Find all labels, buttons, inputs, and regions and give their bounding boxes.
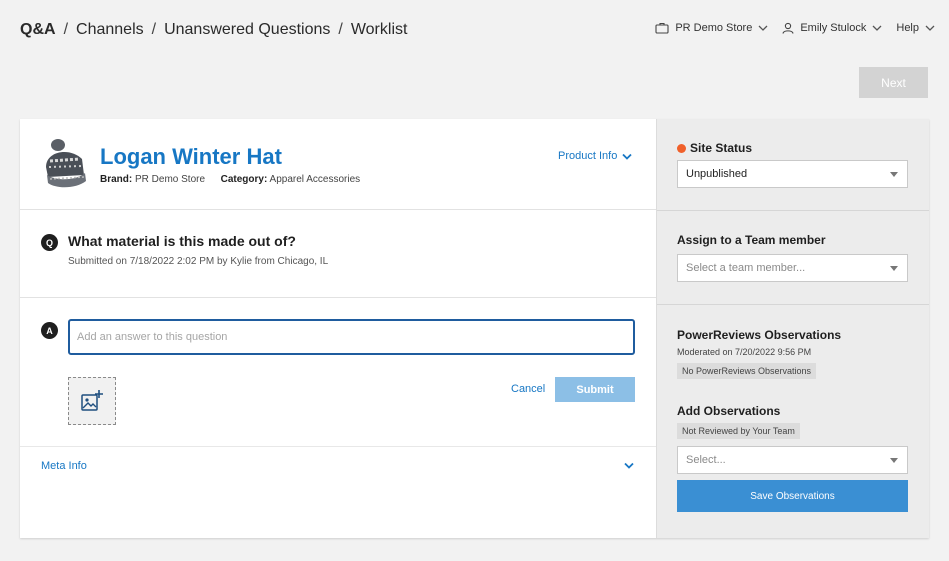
observations-placeholder: Select...: [686, 454, 726, 466]
top-nav: PR Demo Store Emily Stulock Help: [641, 22, 935, 34]
help-menu[interactable]: Help: [896, 22, 935, 34]
add-observations-title: Add Observations: [677, 404, 781, 418]
chevron-down-icon: [925, 25, 935, 31]
chevron-down-icon: [758, 25, 768, 31]
brand-value: PR Demo Store: [135, 174, 206, 185]
user-menu[interactable]: Emily Stulock: [782, 22, 882, 34]
briefcase-icon: [655, 22, 669, 34]
breadcrumb-worklist: Worklist: [350, 21, 408, 38]
site-status-label: Site Status: [690, 141, 753, 155]
breadcrumb-separator: /: [151, 21, 157, 38]
meta-info-section: Meta Info: [20, 447, 656, 487]
help-label: Help: [896, 22, 919, 34]
site-status-select[interactable]: Unpublished: [677, 160, 908, 188]
category-value: Apparel Accessories: [269, 174, 361, 185]
observations-select[interactable]: Select...: [677, 446, 908, 474]
observations-section: PowerReviews Observations Moderated on 7…: [657, 305, 929, 538]
site-status-value: Unpublished: [686, 168, 748, 180]
chevron-down-icon: [872, 25, 882, 31]
caret-down-icon: [890, 172, 898, 177]
product-info-label: Product Info: [558, 150, 618, 162]
caret-down-icon: [890, 458, 898, 463]
question-text: What material is this made out of?: [68, 233, 296, 249]
answer-input[interactable]: [68, 319, 635, 355]
breadcrumb-unanswered-questions[interactable]: Unanswered Questions: [164, 21, 330, 39]
chevron-down-icon[interactable]: [624, 462, 634, 469]
cancel-link[interactable]: Cancel: [511, 383, 545, 395]
review-status-tag: Not Reviewed by Your Team: [677, 423, 800, 439]
breadcrumb-channels[interactable]: Channels: [76, 21, 144, 39]
breadcrumb-separator: /: [63, 21, 69, 38]
site-status-title: Site Status: [677, 141, 752, 155]
save-observations-button[interactable]: Save Observations: [677, 480, 908, 512]
product-info-toggle[interactable]: Product Info: [558, 150, 632, 162]
next-button[interactable]: Next: [859, 67, 928, 98]
store-selector[interactable]: PR Demo Store: [655, 22, 768, 34]
user-name: Emily Stulock: [800, 22, 867, 34]
team-member-placeholder: Select a team member...: [686, 262, 806, 274]
moderated-date: Moderated on 7/20/2022 9:56 PM: [677, 347, 812, 357]
product-image: [46, 139, 86, 188]
top-bar: Q&A / Channels / Unanswered Questions / …: [0, 0, 949, 62]
add-image-icon: [81, 390, 103, 411]
question-badge: Q: [41, 234, 58, 251]
chevron-down-icon: [622, 153, 632, 160]
breadcrumb: Q&A / Channels / Unanswered Questions / …: [20, 21, 407, 39]
status-dot: [677, 143, 686, 153]
meta-info-toggle[interactable]: Meta Info: [41, 460, 87, 472]
answer-badge: A: [41, 322, 58, 339]
observations-title: PowerReviews Observations: [677, 328, 842, 342]
observations-tag: No PowerReviews Observations: [677, 363, 817, 379]
submit-button[interactable]: Submit: [555, 377, 635, 402]
team-member-select[interactable]: Select a team member...: [677, 254, 908, 282]
question-submitted-info: Submitted on 7/18/2022 2:02 PM by Kylie …: [68, 256, 329, 267]
moderation-sidebar: Site Status Unpublished Assign to a Team…: [656, 119, 929, 538]
store-name: PR Demo Store: [675, 22, 753, 34]
breadcrumb-root[interactable]: Q&A: [20, 21, 56, 39]
question-card: Logan Winter Hat Brand: PR Demo Store Ca…: [20, 119, 929, 538]
assign-section: Assign to a Team member Select a team me…: [657, 211, 929, 305]
user-icon: [782, 22, 794, 34]
question-section: Q What material is this made out of? Sub…: [20, 210, 656, 298]
add-image-button[interactable]: [68, 377, 116, 425]
answer-section: A Cancel Submit: [20, 298, 656, 447]
main-column: Logan Winter Hat Brand: PR Demo Store Ca…: [20, 119, 656, 538]
assign-title: Assign to a Team member: [677, 233, 826, 247]
product-header: Logan Winter Hat Brand: PR Demo Store Ca…: [20, 119, 656, 210]
site-status-section: Site Status Unpublished: [657, 119, 929, 211]
product-title[interactable]: Logan Winter Hat: [100, 144, 282, 170]
caret-down-icon: [890, 266, 898, 271]
category-label: Category:: [220, 174, 268, 185]
breadcrumb-separator: /: [338, 21, 343, 38]
product-meta: Brand: PR Demo Store Category: Apparel A…: [100, 174, 360, 185]
brand-label: Brand:: [100, 174, 133, 185]
